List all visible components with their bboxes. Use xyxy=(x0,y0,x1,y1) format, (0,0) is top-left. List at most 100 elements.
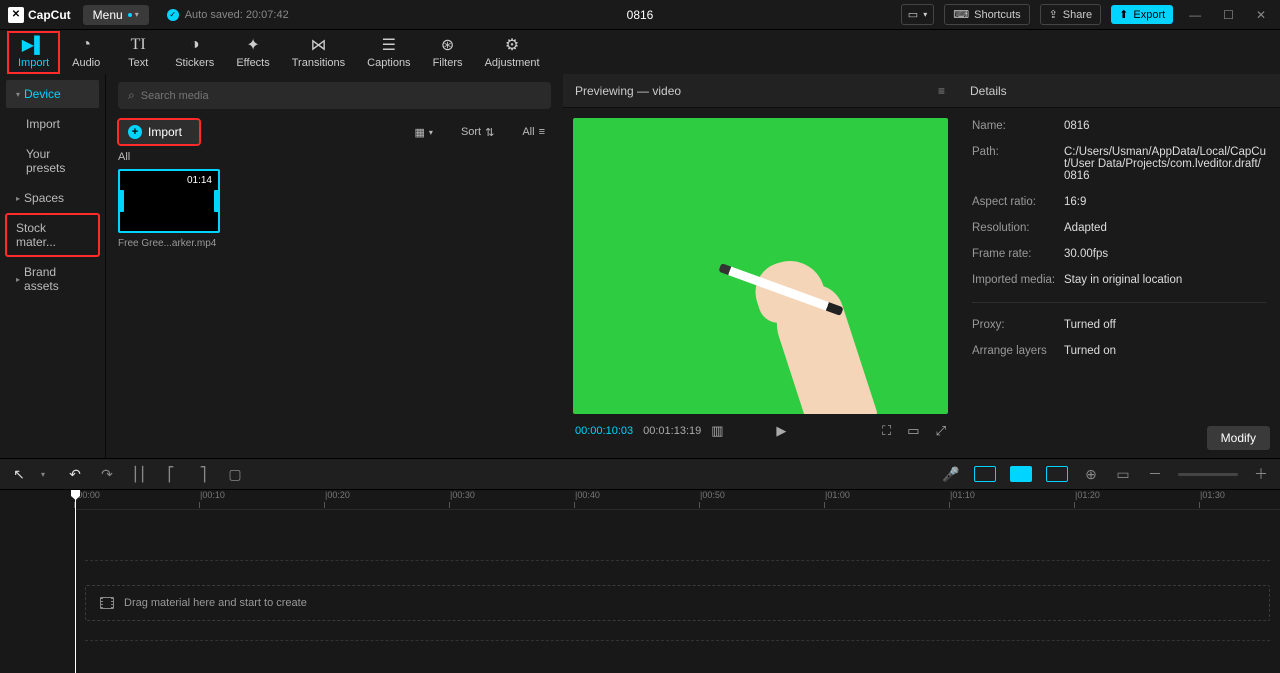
search-input[interactable]: ⌕ xyxy=(118,82,551,109)
sort-button[interactable]: Sort ⇅ xyxy=(455,122,500,143)
media-sidebar: ▾Device Import Your presets ▸Spaces Stoc… xyxy=(0,74,105,458)
scan-icon[interactable]: ⛶ xyxy=(882,423,891,439)
timeline-ruler[interactable]: |00:00|00:10|00:20|00:30|00:40|00:50|01:… xyxy=(75,490,1280,510)
captions-icon: ☰ xyxy=(382,36,396,54)
value-name: 0816 xyxy=(1064,120,1266,132)
tab-effects[interactable]: ✦Effects xyxy=(226,32,279,73)
timeline[interactable]: |00:00|00:10|00:20|00:30|00:40|00:50|01:… xyxy=(0,490,1280,673)
split-button[interactable]: ⎮⎮ xyxy=(130,466,148,483)
sidebar-item-device[interactable]: ▾Device xyxy=(6,80,99,108)
playhead[interactable] xyxy=(75,490,76,673)
close-button[interactable]: ✕ xyxy=(1250,8,1272,22)
trim-handle-right[interactable] xyxy=(214,190,220,212)
fullscreen-icon[interactable]: ⤢ xyxy=(936,423,946,439)
details-panel: Details Name:0816 Path:C:/Users/Usman/Ap… xyxy=(958,74,1280,458)
export-button[interactable]: ⬆ Export xyxy=(1111,5,1173,24)
zoom-out[interactable]: － xyxy=(1146,464,1164,484)
value-path: C:/Users/Usman/AppData/Local/CapCut/User… xyxy=(1064,146,1266,182)
ruler-tick: |01:20 xyxy=(1075,490,1100,500)
search-icon: ⌕ xyxy=(128,88,135,103)
media-section-label: All xyxy=(118,151,551,163)
chevron-down-icon: ▾ xyxy=(16,90,20,99)
snap-toggle-3[interactable] xyxy=(1046,466,1068,482)
preview-viewport[interactable] xyxy=(573,118,948,414)
plus-icon: + xyxy=(128,125,142,139)
tab-captions[interactable]: ☰Captions xyxy=(357,32,420,73)
tab-stickers[interactable]: ◑Stickers xyxy=(165,32,224,73)
stickers-icon: ◑ xyxy=(190,36,200,54)
play-button[interactable]: ▶ xyxy=(776,423,786,439)
ruler-tick: |01:00 xyxy=(825,490,850,500)
selection-tool[interactable]: ↖ xyxy=(10,466,28,483)
value-imported: Stay in original location xyxy=(1064,274,1266,286)
tab-audio[interactable]: ◔Audio xyxy=(61,32,111,73)
value-resolution: Adapted xyxy=(1064,222,1266,234)
label-imported: Imported media: xyxy=(972,274,1064,286)
current-time: 00:00:10:03 xyxy=(575,425,633,437)
app-logo: ✕ CapCut xyxy=(8,7,71,23)
snap-toggle-2[interactable] xyxy=(1010,466,1032,482)
import-media-button[interactable]: + Import xyxy=(118,119,200,145)
app-name: CapCut xyxy=(28,8,71,22)
label-name: Name: xyxy=(972,120,1064,132)
delete-left-button[interactable]: ⎡ xyxy=(162,466,180,483)
tool-dropdown-icon[interactable]: ▾ xyxy=(34,470,52,479)
maximize-button[interactable]: ☐ xyxy=(1217,8,1240,22)
audio-icon: ◔ xyxy=(81,36,91,54)
adjustment-icon: ⚙ xyxy=(505,36,519,54)
tab-import[interactable]: ▶▌ Import xyxy=(8,32,59,73)
sort-icon: ⇅ xyxy=(485,126,494,139)
sidebar-item-spaces[interactable]: ▸Spaces xyxy=(6,184,99,212)
undo-button[interactable]: ↶ xyxy=(66,466,84,483)
align-button[interactable]: ⊕ xyxy=(1082,466,1100,483)
tab-adjustment[interactable]: ⚙Adjustment xyxy=(475,32,550,73)
timeline-toolbar: ↖ ▾ ↶ ↷ ⎮⎮ ⎡ ⎤ ▢ 🎤 ⊕ ▭ － ＋ xyxy=(0,458,1280,490)
label-resolution: Resolution: xyxy=(972,222,1064,234)
list-view-icon[interactable]: ▥ xyxy=(711,423,723,439)
value-proxy: Turned off xyxy=(1064,319,1266,331)
layout-button[interactable]: ▭▾ xyxy=(901,4,934,25)
modify-button[interactable]: Modify xyxy=(1207,426,1270,450)
filter-all-button[interactable]: All ≡ xyxy=(516,122,551,142)
view-grid-button[interactable]: ▦▾ xyxy=(409,122,439,143)
effects-icon: ✦ xyxy=(246,36,259,54)
clip-filename: Free Gree...arker.mp4 xyxy=(118,238,220,249)
tab-text[interactable]: TIText xyxy=(113,32,163,73)
sidebar-item-import[interactable]: Import xyxy=(6,110,99,138)
ruler-tick: |01:30 xyxy=(1200,490,1225,500)
zoom-in[interactable]: ＋ xyxy=(1252,464,1270,484)
ruler-tick: |00:30 xyxy=(450,490,475,500)
sidebar-item-brand[interactable]: ▸Brand assets xyxy=(6,258,99,300)
trim-handle-left[interactable] xyxy=(118,190,124,212)
share-button[interactable]: ⇪ Share xyxy=(1040,4,1102,25)
media-panel: ⌕ + Import ▦▾ Sort ⇅ All ≡ All 01:14 xyxy=(105,74,563,458)
mic-button[interactable]: 🎤 xyxy=(942,466,960,483)
menu-button[interactable]: Menu▾ xyxy=(83,5,149,25)
media-thumbnail[interactable]: 01:14 Free Gree...arker.mp4 xyxy=(118,169,220,249)
ruler-tick: |00:20 xyxy=(325,490,350,500)
snap-toggle-1[interactable] xyxy=(974,466,996,482)
preview-panel: Previewing — video ≡ 00:00:10:03 00:01:1… xyxy=(563,74,958,458)
transitions-icon: ⋈ xyxy=(310,36,326,54)
shortcuts-button[interactable]: ⌨ Shortcuts xyxy=(944,4,1029,25)
sidebar-item-presets[interactable]: Your presets xyxy=(6,140,99,182)
preview-menu-icon[interactable]: ≡ xyxy=(938,84,946,98)
sidebar-item-stock[interactable]: Stock mater... xyxy=(6,214,99,256)
redo-button[interactable]: ↷ xyxy=(98,466,116,483)
project-title: 0816 xyxy=(627,8,654,22)
tab-filters[interactable]: ⊛Filters xyxy=(423,32,473,73)
clip-duration: 01:14 xyxy=(187,175,212,186)
preview-content xyxy=(708,224,878,414)
timeline-drop-zone[interactable]: Drag material here and start to create xyxy=(85,585,1270,621)
tool-tabs: ▶▌ Import ◔Audio TIText ◑Stickers ✦Effec… xyxy=(0,30,1280,74)
delete-right-button[interactable]: ⎤ xyxy=(194,466,212,483)
filters-icon: ⊛ xyxy=(441,36,454,54)
delete-button[interactable]: ▢ xyxy=(226,466,244,483)
tab-transitions[interactable]: ⋈Transitions xyxy=(282,32,355,73)
ratio-icon[interactable]: ▭ xyxy=(907,423,919,439)
minimize-button[interactable]: — xyxy=(1183,8,1207,22)
preview-toggle[interactable]: ▭ xyxy=(1114,466,1132,483)
grid-icon: ▦ xyxy=(415,126,425,139)
zoom-slider[interactable] xyxy=(1178,473,1238,476)
search-field[interactable] xyxy=(141,90,541,102)
